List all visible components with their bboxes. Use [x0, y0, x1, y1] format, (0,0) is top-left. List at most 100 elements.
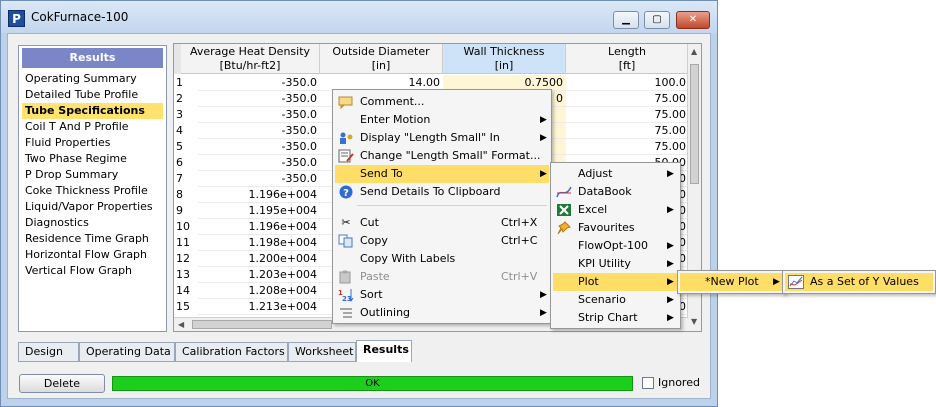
grid-cell[interactable]: 75.00	[566, 107, 689, 123]
grid-cell[interactable]: -350.0	[198, 139, 320, 155]
row-number[interactable]: 11	[174, 235, 198, 251]
col-title: Outside Diameter	[332, 45, 430, 58]
nav-item-two-phase-regime[interactable]: Two Phase Regime	[22, 151, 163, 167]
col-header-heat-density[interactable]: Average Heat Density [Btu/hr-ft2]	[181, 44, 320, 74]
col-unit: [Btu/hr-ft2]	[219, 59, 281, 72]
menu-item-excel[interactable]: Excel ▶	[553, 201, 678, 219]
grid-cell[interactable]: -350.0	[198, 107, 320, 123]
tab-results[interactable]: Results	[356, 340, 412, 362]
shortcut-text: Ctrl+V	[501, 270, 538, 283]
menu-item-scenario[interactable]: Scenario ▶	[553, 291, 678, 309]
nav-item-fluid-properties[interactable]: Fluid Properties	[22, 135, 163, 151]
grid-cell[interactable]: -350.0	[198, 155, 320, 171]
grid-cell[interactable]: 75.00	[566, 91, 689, 107]
menu-item-flowopt[interactable]: FlowOpt-100 ▶	[553, 237, 678, 255]
menu-item-strip-chart[interactable]: Strip Chart ▶	[553, 309, 678, 327]
grid-cell[interactable]: 1.208e+004	[198, 283, 320, 299]
nav-item-p-drop-summary[interactable]: P Drop Summary	[22, 167, 163, 183]
scroll-up-icon[interactable]: ▲	[691, 47, 697, 56]
menu-item-comment[interactable]: Comment...	[335, 93, 549, 111]
minimize-button[interactable]: ▁	[613, 11, 639, 29]
nav-item-coke-thickness-profile[interactable]: Coke Thickness Profile	[22, 183, 163, 199]
grid-cell[interactable]: 1.195e+004	[198, 203, 320, 219]
copy-icon	[338, 234, 354, 248]
menu-item-kpi-utility[interactable]: KPI Utility ▶	[553, 255, 678, 273]
nav-item-horizontal-flow-graph[interactable]: Horizontal Flow Graph	[22, 247, 163, 263]
grid-cell[interactable]: 1.213e+004	[198, 299, 320, 315]
row-number[interactable]: 2	[174, 91, 198, 107]
nav-item-operating-summary[interactable]: Operating Summary	[22, 71, 163, 87]
row-number[interactable]: 15	[174, 299, 198, 315]
col-header-outside-diameter[interactable]: Outside Diameter [in]	[320, 44, 443, 74]
nav-item-tube-specifications[interactable]: Tube Specifications	[22, 103, 163, 119]
delete-button[interactable]: Delete	[19, 374, 105, 393]
grid-cell[interactable]: -350.0	[198, 171, 320, 187]
row-number[interactable]: 13	[174, 267, 198, 283]
row-number[interactable]: 7	[174, 171, 198, 187]
grid-cell[interactable]: 1.196e+004	[198, 187, 320, 203]
row-number[interactable]: 1	[174, 75, 198, 91]
menu-item-send-to[interactable]: Send To ▶	[335, 165, 549, 183]
context-menu: Comment... Enter Motion ▶ Display "Lengt…	[332, 89, 552, 324]
nav-item-coil-t-and-p-profile[interactable]: Coil T And P Profile	[22, 119, 163, 135]
row-number[interactable]: 4	[174, 123, 198, 139]
menu-item-new-plot[interactable]: *New Plot ▶	[680, 273, 782, 291]
scroll-down-icon[interactable]: ▼	[691, 317, 697, 326]
row-number[interactable]: 12	[174, 251, 198, 267]
col-header-length[interactable]: Length [ft]	[566, 44, 689, 74]
row-number[interactable]: 5	[174, 139, 198, 155]
tab-calibration-factors[interactable]: Calibration Factors	[175, 342, 288, 362]
nav-item-residence-time-graph[interactable]: Residence Time Graph	[22, 231, 163, 247]
menu-item-change-format[interactable]: Change "Length Small" Format...	[335, 147, 549, 165]
row-number[interactable]: 9	[174, 203, 198, 219]
units-icon	[338, 131, 354, 145]
menu-item-databook[interactable]: DataBook	[553, 183, 678, 201]
grid-cell[interactable]: 75.00	[566, 123, 689, 139]
grid-cell[interactable]: 75.00	[566, 139, 689, 155]
tab-design[interactable]: Design	[18, 342, 79, 362]
menu-item-plot[interactable]: Plot ▶	[553, 273, 678, 291]
grid-cell[interactable]: -350.0	[198, 91, 320, 107]
menu-item-paste[interactable]: Paste Ctrl+V	[335, 268, 549, 286]
menu-item-outlining[interactable]: Outlining ▶	[335, 304, 549, 322]
maximize-button[interactable]: ▢	[644, 11, 670, 29]
menu-item-favourites[interactable]: Favourites	[553, 219, 678, 237]
row-number[interactable]: 10	[174, 219, 198, 235]
scroll-left-icon[interactable]: ◀	[178, 320, 184, 329]
grid-cell[interactable]: 1.200e+004	[198, 251, 320, 267]
databook-icon	[556, 185, 572, 199]
close-button[interactable]: ✕	[676, 11, 710, 29]
menu-item-send-details[interactable]: ? Send Details To Clipboard	[335, 183, 549, 201]
horizontal-scroll-thumb[interactable]	[192, 320, 332, 329]
row-number[interactable]: 14	[174, 283, 198, 299]
row-number[interactable]: 6	[174, 155, 198, 171]
nav-item-diagnostics[interactable]: Diagnostics	[22, 215, 163, 231]
tab-operating-data[interactable]: Operating Data	[79, 342, 175, 362]
menu-item-set-of-y-values[interactable]: As a Set of Y Values	[785, 273, 933, 291]
nav-item-detailed-tube-profile[interactable]: Detailed Tube Profile	[22, 87, 163, 103]
paste-icon	[338, 270, 354, 284]
nav-item-liquid-vapor-properties[interactable]: Liquid/Vapor Properties	[22, 199, 163, 215]
menu-item-cut[interactable]: ✂ Cut Ctrl+X	[335, 214, 549, 232]
ignored-checkbox[interactable]	[642, 377, 654, 389]
col-header-wall-thickness[interactable]: Wall Thickness [in]	[443, 44, 566, 74]
grid-cell[interactable]: -350.0	[198, 75, 320, 91]
tab-worksheet[interactable]: Worksheet	[288, 342, 356, 362]
menu-item-enter-motion[interactable]: Enter Motion ▶	[335, 111, 549, 129]
menu-item-sort[interactable]: 1 23 Sort ▶	[335, 286, 549, 304]
row-number[interactable]: 8	[174, 187, 198, 203]
row-number[interactable]: 3	[174, 107, 198, 123]
menu-item-display-in[interactable]: Display "Length Small" In ▶	[335, 129, 549, 147]
menu-item-copy[interactable]: Copy Ctrl+C	[335, 232, 549, 250]
grid-cell[interactable]: 1.198e+004	[198, 235, 320, 251]
grid-cell[interactable]: -350.0	[198, 123, 320, 139]
nav-item-vertical-flow-graph[interactable]: Vertical Flow Graph	[22, 263, 163, 279]
title-bar[interactable]: P CokFurnace-100 ▁ ▢ ✕	[1, 1, 717, 33]
grid-cell[interactable]: 1.203e+004	[198, 267, 320, 283]
grid-cell[interactable]: 100.0	[566, 75, 689, 91]
vertical-scroll-thumb[interactable]	[690, 64, 699, 184]
svg-text:?: ?	[343, 188, 349, 199]
menu-item-adjust[interactable]: Adjust ▶	[553, 165, 678, 183]
menu-item-copy-with-labels[interactable]: Copy With Labels	[335, 250, 549, 268]
grid-cell[interactable]: 1.196e+004	[198, 219, 320, 235]
